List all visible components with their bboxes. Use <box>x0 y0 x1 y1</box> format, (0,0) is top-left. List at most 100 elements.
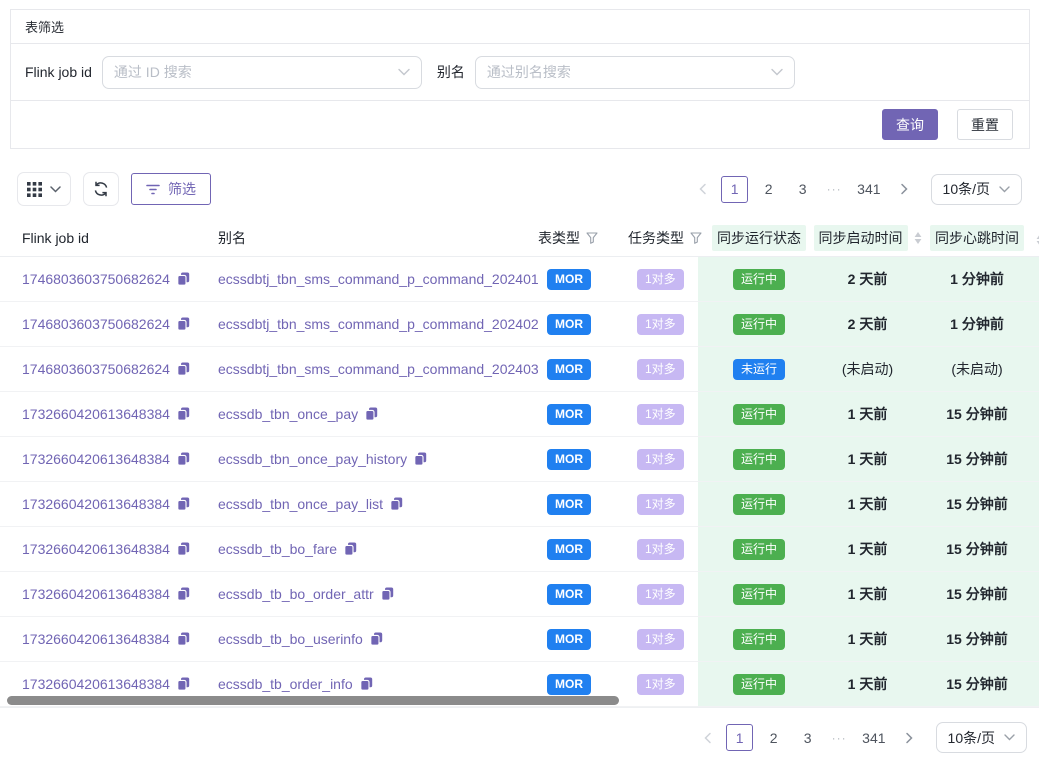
next-page-button[interactable] <box>893 176 917 202</box>
copy-icon[interactable] <box>177 317 190 331</box>
status-badge: 运行中 <box>733 584 785 605</box>
alias-link[interactable]: ecssdb_tbn_once_pay <box>218 406 358 422</box>
prev-page-button[interactable] <box>690 176 714 202</box>
next-page-button[interactable] <box>898 725 922 751</box>
page-size-select[interactable]: 10条/页 <box>936 722 1027 753</box>
horizontal-scrollbar[interactable] <box>0 695 1039 706</box>
table-type-badge: MOR <box>547 359 591 380</box>
reset-button[interactable]: 重置 <box>957 109 1013 140</box>
job-id-link[interactable]: 1732660420613648384 <box>22 541 170 557</box>
start-time-value: 2 天前 <box>848 269 888 289</box>
sync-start-time-cell: 2 天前 <box>820 269 915 289</box>
page-button-1[interactable]: 1 <box>721 176 748 203</box>
copy-icon[interactable] <box>414 452 427 466</box>
job-id-link[interactable]: 1732660420613648384 <box>22 406 170 422</box>
sync-status-cell: 运行中 <box>698 584 820 605</box>
table-type-badge: MOR <box>547 314 591 335</box>
alias-select[interactable]: 通过别名搜索 <box>475 56 795 89</box>
job-id-link[interactable]: 1732660420613648384 <box>22 631 170 647</box>
alias-link[interactable]: ecssdb_tb_bo_userinfo <box>218 631 363 647</box>
alias-cell: ecssdb_tbn_once_pay <box>218 406 538 422</box>
table-row: 1732660420613648384 ecssdb_tbn_once_pay_… <box>0 437 1039 482</box>
task-type-badge: 1对多 <box>637 584 684 605</box>
task-type-badge: 1对多 <box>637 404 684 425</box>
job-id-link[interactable]: 1746803603750682624 <box>22 316 170 332</box>
column-header-alias: 别名 <box>218 228 538 248</box>
page-button-3[interactable]: 3 <box>789 176 816 203</box>
page-ellipsis[interactable]: ··· <box>823 182 845 196</box>
alias-cell: ecssdb_tb_order_info <box>218 676 538 692</box>
refresh-button[interactable] <box>83 172 119 206</box>
copy-icon[interactable] <box>177 497 190 511</box>
sync-start-time-cell: 1 天前 <box>820 449 915 469</box>
page-button-341[interactable]: 341 <box>852 176 885 203</box>
filter-button[interactable]: 筛选 <box>131 173 211 205</box>
job-id-link[interactable]: 1732660420613648384 <box>22 496 170 512</box>
sync-status-cell: 运行中 <box>698 629 820 650</box>
page-size-value: 10条/页 <box>943 179 990 199</box>
page-ellipsis[interactable]: ··· <box>828 731 850 745</box>
job-id-link[interactable]: 1746803603750682624 <box>22 271 170 287</box>
page-button-341[interactable]: 341 <box>857 724 890 751</box>
page-button-3[interactable]: 3 <box>794 724 821 751</box>
page-button-1[interactable]: 1 <box>726 724 753 751</box>
copy-icon[interactable] <box>177 272 190 286</box>
flink-job-id-select[interactable]: 通过 ID 搜索 <box>102 56 422 89</box>
alias-link[interactable]: ecssdb_tb_bo_fare <box>218 541 337 557</box>
job-id-link[interactable]: 1732660420613648384 <box>22 586 170 602</box>
job-id-link[interactable]: 1732660420613648384 <box>22 451 170 467</box>
sync-heartbeat-time-cell: 15 分钟前 <box>915 539 1039 559</box>
chevron-left-icon <box>703 732 712 744</box>
filter-panel-title: 表筛选 <box>25 17 64 36</box>
status-badge: 未运行 <box>733 359 785 380</box>
table-row: 1732660420613648384 ecssdb_tb_bo_order_a… <box>0 572 1039 617</box>
query-button[interactable]: 查询 <box>882 109 938 140</box>
column-header-sync-start-time: 同步启动时间 <box>820 225 915 251</box>
task-type-cell: 1对多 <box>628 359 698 380</box>
filter-lines-icon <box>146 184 160 195</box>
alias-link[interactable]: ecssdbtj_tbn_sms_command_p_command_20240… <box>218 361 538 377</box>
heartbeat-time-value: 1 分钟前 <box>950 269 1004 289</box>
alias-link[interactable]: ecssdb_tbn_once_pay_list <box>218 496 383 512</box>
alias-cell: ecssdb_tbn_once_pay_history <box>218 451 538 467</box>
column-settings-button[interactable] <box>17 172 71 206</box>
sync-heartbeat-time-cell: 15 分钟前 <box>915 629 1039 649</box>
copy-icon[interactable] <box>390 497 403 511</box>
page-size-select[interactable]: 10条/页 <box>931 174 1022 205</box>
task-type-badge: 1对多 <box>637 539 684 560</box>
table-type-badge: MOR <box>547 494 591 515</box>
heartbeat-time-value: 15 分钟前 <box>946 449 1007 469</box>
scrollbar-thumb[interactable] <box>7 696 619 705</box>
job-id-link[interactable]: 1746803603750682624 <box>22 361 170 377</box>
page-button-2[interactable]: 2 <box>755 176 782 203</box>
copy-icon[interactable] <box>370 632 383 646</box>
task-type-cell: 1对多 <box>628 449 698 470</box>
copy-icon[interactable] <box>344 542 357 556</box>
page-size-value: 10条/页 <box>948 728 995 748</box>
copy-icon[interactable] <box>381 587 394 601</box>
copy-icon[interactable] <box>365 407 378 421</box>
alias-link[interactable]: ecssdb_tb_bo_order_attr <box>218 586 374 602</box>
prev-page-button[interactable] <box>695 725 719 751</box>
copy-icon[interactable] <box>177 452 190 466</box>
copy-icon[interactable] <box>177 632 190 646</box>
copy-icon[interactable] <box>360 677 373 691</box>
copy-icon[interactable] <box>177 587 190 601</box>
alias-link[interactable]: ecssdbtj_tbn_sms_command_p_command_20240… <box>218 316 538 332</box>
copy-icon[interactable] <box>177 677 190 691</box>
filter-funnel-icon[interactable] <box>586 232 598 244</box>
task-type-badge: 1对多 <box>637 629 684 650</box>
page-button-2[interactable]: 2 <box>760 724 787 751</box>
start-time-value: 1 天前 <box>848 449 888 469</box>
alias-link[interactable]: ecssdb_tb_order_info <box>218 676 353 692</box>
pagination-top: 123 ··· 341 10条/页 <box>690 174 1022 205</box>
copy-icon[interactable] <box>177 407 190 421</box>
sync-heartbeat-time-cell: 1 分钟前 <box>915 269 1039 289</box>
copy-icon[interactable] <box>177 542 190 556</box>
alias-link[interactable]: ecssdb_tbn_once_pay_history <box>218 451 407 467</box>
job-id-link[interactable]: 1732660420613648384 <box>22 676 170 692</box>
alias-link[interactable]: ecssdbtj_tbn_sms_command_p_command_20240… <box>218 271 538 287</box>
table-row: 1732660420613648384 ecssdb_tb_bo_fare MO… <box>0 527 1039 572</box>
copy-icon[interactable] <box>177 362 190 376</box>
job-id-cell: 1732660420613648384 <box>22 451 218 467</box>
